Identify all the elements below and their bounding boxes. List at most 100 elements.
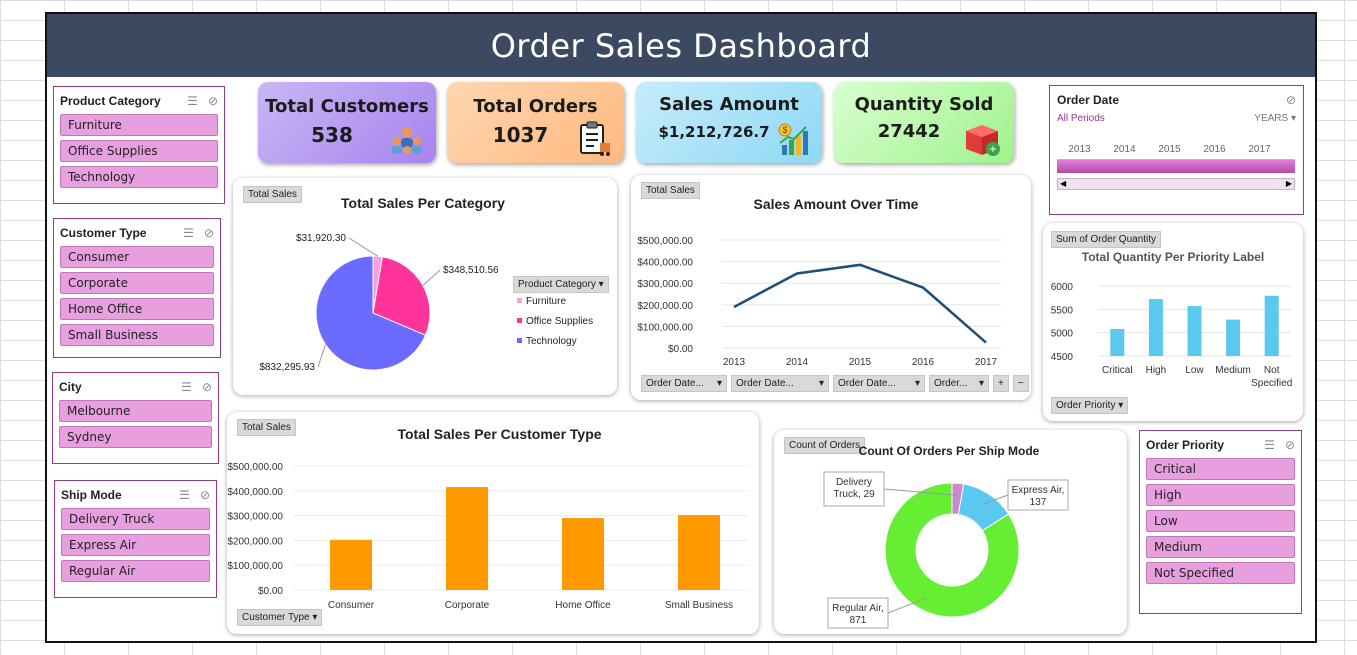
slicer-item-small-business[interactable]: Small Business [60,324,214,346]
x-tick-label: Consumer [328,600,375,611]
filter-label: Order Date... [838,378,896,389]
filter-label: Order... [934,378,968,389]
clear-filter-icon[interactable]: ⊘ [1285,438,1295,452]
x-tick-label: 2013 [723,357,746,368]
callout-label: Express Air, [1012,485,1065,496]
data-label: $832,295.93 [259,362,315,373]
collapse-button[interactable]: − [1012,375,1029,392]
slicer-title: Order Priority [1146,438,1225,452]
scroll-left-icon[interactable]: ◀ [1060,179,1066,188]
x-tick-label: Corporate [445,600,490,611]
dropdown-arrow-icon: ▾ [1118,400,1124,411]
timeline-unit: YEARS [1254,113,1289,124]
slicer-item-low[interactable]: Low [1146,510,1295,532]
slicer-item-corporate[interactable]: Corporate [60,272,214,294]
bar [446,487,488,590]
slicer-item-home-office[interactable]: Home Office [60,298,214,320]
timeline-year[interactable]: 2013 [1068,144,1090,155]
multi-select-icon[interactable]: ☰ [183,226,194,240]
filter-order-priority[interactable]: Order Priority ▾ [1051,397,1129,414]
filter-order-date[interactable]: Order Date... ▾ [731,375,829,392]
slicer-title: Customer Type [60,226,147,240]
slicer-order-priority: Order Priority ☰ ⊘ Critical High Low Medi… [1139,430,1302,614]
slicer-item-medium[interactable]: Medium [1146,536,1295,558]
slicer-item-critical[interactable]: Critical [1146,458,1295,480]
timeline-bar[interactable] [1057,159,1295,173]
filter-label: Customer Type [242,612,310,623]
data-label: $31,920.30 [296,233,346,244]
clear-filter-icon[interactable]: ⊘ [202,380,212,394]
data-label: $348,510.56 [443,265,499,276]
x-tick-label: Low [1185,365,1204,376]
x-tick-label: Not [1264,365,1280,376]
filter-order[interactable]: Order... ▾ [929,375,989,392]
slicer-title: Ship Mode [61,488,122,502]
callout-value: 137 [1030,497,1047,508]
bar [1187,306,1202,356]
y-tick-label: $400,000.00 [637,258,693,269]
slicer-item-regular-air[interactable]: Regular Air [61,560,210,582]
slicer-customer-type: Customer Type ☰ ⊘ Consumer Corporate Home… [53,218,221,358]
leader-line [422,269,441,286]
slicer-item-high[interactable]: High [1146,484,1295,506]
customers-icon [392,127,422,154]
slicer-item-melbourne[interactable]: Melbourne [59,400,212,422]
timeline-year[interactable]: 2015 [1158,144,1180,155]
x-tick-label: 2015 [849,357,872,368]
leader-line [348,237,378,257]
kpi-quantity-sold: Quantity Sold 27442 + [834,82,1014,163]
chart-filter-bar: Order Date... ▾ Order Date... ▾ Order Da… [641,375,1029,392]
y-tick-label: $200,000.00 [227,536,283,547]
legend-label: Furniture [526,296,566,307]
clear-filter-icon[interactable]: ⊘ [208,94,218,108]
filter-order-date[interactable]: Order Date... ▾ [833,375,925,392]
chart-sales-per-category: Total Sales Total Sales Per Category $31… [233,178,617,395]
slicer-item-office-supplies[interactable]: Office Supplies [60,140,218,162]
slicer-item-delivery-truck[interactable]: Delivery Truck [61,508,210,530]
multi-select-icon[interactable]: ☰ [179,488,190,502]
y-tick-label: $300,000.00 [227,512,283,523]
slicer-item-sydney[interactable]: Sydney [59,426,212,448]
filter-customer-type[interactable]: Customer Type ▾ [237,609,323,626]
clear-filter-icon[interactable]: ⊘ [1286,93,1296,107]
slicer-item-consumer[interactable]: Consumer [60,246,214,268]
slicer-item-technology[interactable]: Technology [60,166,218,188]
filter-order-date[interactable]: Order Date... ▾ [641,375,727,392]
callout-label: Regular Air, [832,603,884,614]
multi-select-icon[interactable]: ☰ [187,94,198,108]
bar-chart-customer-type: $500,000.00 $400,000.00 $300,000.00 $200,00… [227,462,749,611]
filter-label: Order Date... [736,378,794,389]
y-tick-label: $300,000.00 [637,279,693,290]
multi-select-icon[interactable]: ☰ [1264,438,1275,452]
scroll-right-icon[interactable]: ▶ [1286,179,1292,188]
timeline-unit-selector[interactable]: YEARS ▾ [1254,113,1296,124]
y-tick-label: $500,000.00 [227,462,283,473]
timeline-year[interactable]: 2017 [1248,144,1270,155]
bar [562,518,604,590]
timeline-year[interactable]: 2016 [1203,144,1225,155]
slicer-item-not-specified[interactable]: Not Specified [1146,562,1295,584]
y-tick-label: $100,000.00 [637,322,693,333]
slicer-item-furniture[interactable]: Furniture [60,114,218,136]
kpi-value: $1,212,726.7 [658,123,770,141]
callout-value: Truck, 29 [833,489,875,500]
y-tick-label: $0.00 [668,344,693,355]
timeline-scrollbar[interactable]: ◀ ▶ [1057,178,1295,190]
multi-select-icon[interactable]: ☰ [181,380,192,394]
chart-quantity-per-priority: Sum of Order Quantity Total Quantity Per… [1043,223,1303,421]
expand-button[interactable]: + [993,375,1009,392]
timeline-all-periods: All Periods [1057,113,1105,124]
svg-text:+: + [989,142,996,156]
kpi-total-orders: Total Orders 1037 [447,82,624,163]
bar [1226,319,1241,356]
x-tick-label: Medium [1215,365,1251,376]
leader-line [317,344,326,368]
clear-filter-icon[interactable]: ⊘ [200,488,210,502]
clear-filter-icon[interactable]: ⊘ [204,226,214,240]
slicer-item-express-air[interactable]: Express Air [61,534,210,556]
legend-field-button[interactable]: Product Category ▾ [513,276,609,293]
chart-sales-per-customer-type: Total Sales Total Sales Per Customer Typ… [227,412,759,634]
legend-swatch [517,318,522,323]
x-tick-label: 2016 [912,357,935,368]
timeline-year[interactable]: 2014 [1113,144,1135,155]
